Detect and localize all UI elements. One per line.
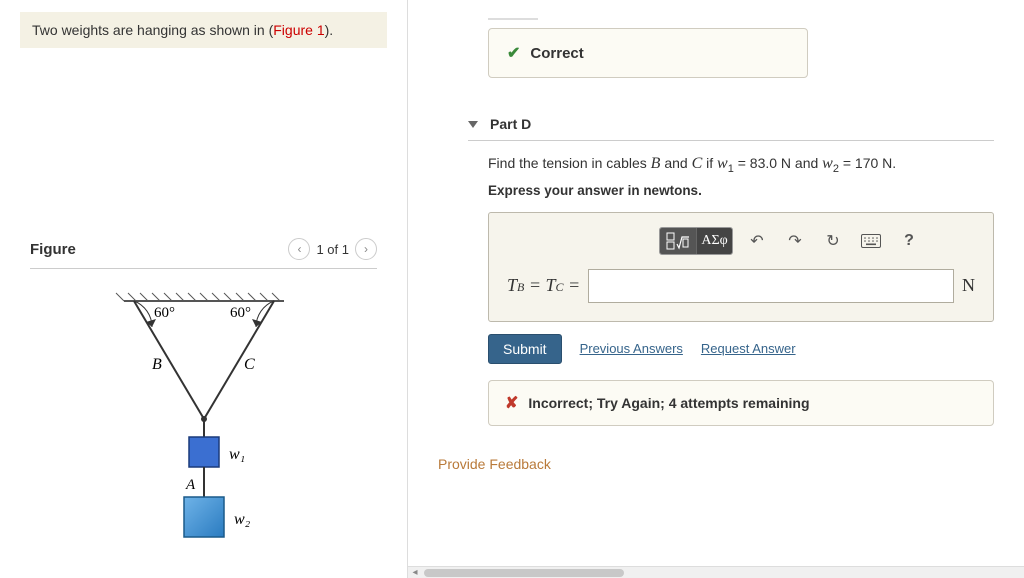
figure-link[interactable]: Figure 1 [273,22,324,38]
part-instruction: Express your answer in newtons. [488,183,994,198]
prompt-var-c: C [692,155,703,172]
answer-row: TB = TC = N [507,269,975,303]
prompt-and: and [660,155,691,171]
prompt-var-w1: w [717,155,728,172]
part-body: Find the tension in cables B and C if w1… [488,155,994,426]
prompt-var-w2: w [822,155,833,172]
divider [488,18,538,20]
horizontal-scrollbar[interactable]: ◂ [408,566,1024,578]
problem-statement: Two weights are hanging as shown in (Fig… [20,12,387,48]
caret-down-icon [468,121,478,128]
formula-toolbar: ΑΣφ ↶ ↷ ↻ ? [607,227,975,255]
previous-answers-link[interactable]: Previous Answers [580,341,683,356]
w2-label: w₂ [234,511,251,528]
toolbar-group-templates: ΑΣφ [659,227,733,255]
answer-panel: ΑΣφ ↶ ↷ ↻ ? TB = TC = N [488,212,994,322]
part-title: Part D [490,116,531,132]
part-prompt: Find the tension in cables B and C if w1… [488,155,994,175]
undo-button[interactable]: ↶ [743,227,771,255]
left-pane: Two weights are hanging as shown in (Fig… [0,0,408,578]
problem-text-after: ). [325,22,334,38]
w1-label: w₁ [229,446,245,463]
angle-right-label: 60° [230,305,251,321]
submit-button[interactable]: Submit [488,334,562,364]
reset-button[interactable]: ↻ [819,227,847,255]
greek-button[interactable]: ΑΣφ [696,228,732,254]
answer-input[interactable] [588,269,954,303]
prompt-eq1: = 83.0 N [734,155,791,171]
figure-header: Figure ‹ 1 of 1 › [30,238,377,269]
part-header[interactable]: Part D [468,116,994,141]
fraction-sqrt-icon [666,232,690,250]
request-answer-link[interactable]: Request Answer [701,341,796,356]
equation-label: TB = TC = [507,275,580,296]
prompt-eq2: = 170 N. [839,155,896,171]
answer-unit: N [962,275,975,296]
figure-pager: 1 of 1 [316,242,349,257]
feedback-box: ✘ Incorrect; Try Again; 4 attempts remai… [488,380,994,426]
previous-correct-box: ✔ Correct [488,28,808,78]
prompt-if: if [702,155,717,171]
right-pane: ✔ Correct Part D Find the tension in cab… [408,0,1024,578]
eq-tb: T [507,275,517,295]
prompt-prefix: Find the tension in cables [488,155,651,171]
problem-text-before: Two weights are hanging as shown in ( [32,22,273,38]
scroll-thumb[interactable] [424,569,624,577]
cable-a-label: A [185,477,196,493]
submit-row: Submit Previous Answers Request Answer [488,334,994,364]
keyboard-icon [861,234,881,248]
templates-button[interactable] [660,228,696,254]
figure-nav: ‹ 1 of 1 › [288,238,377,260]
feedback-text: Incorrect; Try Again; 4 attempts remaini… [528,395,809,411]
prompt-var-b: B [651,155,661,172]
x-icon: ✘ [505,393,518,413]
redo-button[interactable]: ↷ [781,227,809,255]
eq-eq1: = [524,275,545,295]
prompt-and2: and [791,155,822,171]
check-icon: ✔ [507,43,520,63]
figure-title: Figure [30,241,76,258]
angle-left-label: 60° [154,305,175,321]
figure-image: 60° 60° B C w₁ A [30,289,377,549]
figure-diagram-svg: 60° 60° B C w₁ A [94,289,314,549]
figure-next-button[interactable]: › [355,238,377,260]
help-button[interactable]: ? [895,227,923,255]
figure-prev-button[interactable]: ‹ [288,238,310,260]
eq-eq2: = [564,275,581,295]
eq-tc: T [546,275,556,295]
provide-feedback-link[interactable]: Provide Feedback [438,456,1024,472]
scroll-left-arrow[interactable]: ◂ [408,567,422,578]
cable-b-label: B [152,356,162,373]
eq-sub-c: C [556,280,564,294]
keyboard-button[interactable] [857,227,885,255]
correct-label: Correct [530,45,583,62]
figure-section: Figure ‹ 1 of 1 › [30,238,377,549]
cable-c-label: C [244,356,255,373]
